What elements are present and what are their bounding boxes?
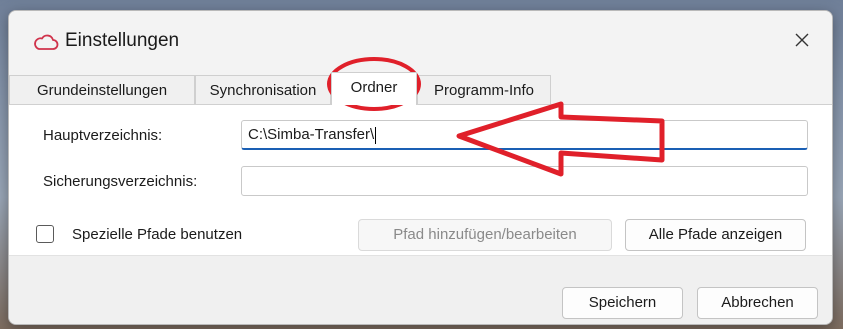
tab-grundeinstellungen[interactable]: Grundeinstellungen [9, 75, 195, 104]
main-dir-label: Hauptverzeichnis: [43, 127, 163, 144]
special-paths-checkbox[interactable] [36, 225, 54, 243]
tab-ordner[interactable]: Ordner [331, 72, 417, 105]
backup-dir-field[interactable] [241, 166, 808, 196]
title-bar: Einstellungen [9, 11, 832, 71]
close-button[interactable] [782, 23, 822, 57]
cloud-icon [34, 34, 59, 50]
main-dir-field[interactable]: C:\Simba-Transfer\ [241, 120, 808, 150]
special-paths-label[interactable]: Spezielle Pfade benutzen [72, 226, 242, 243]
cancel-button[interactable]: Abbrechen [697, 287, 818, 319]
save-button[interactable]: Speichern [562, 287, 683, 319]
main-dir-value: C:\Simba-Transfer\ [248, 126, 375, 143]
window-title: Einstellungen [65, 30, 180, 51]
show-all-paths-button[interactable]: Alle Pfade anzeigen [625, 219, 806, 251]
tab-programm-info[interactable]: Programm-Info [417, 75, 551, 104]
edit-paths-button[interactable]: Pfad hinzufügen/bearbeiten [358, 219, 612, 251]
tab-synchronisation[interactable]: Synchronisation [195, 75, 331, 104]
text-caret [375, 126, 377, 144]
backup-dir-label: Sicherungsverzeichnis: [43, 173, 198, 190]
close-icon [795, 33, 809, 47]
